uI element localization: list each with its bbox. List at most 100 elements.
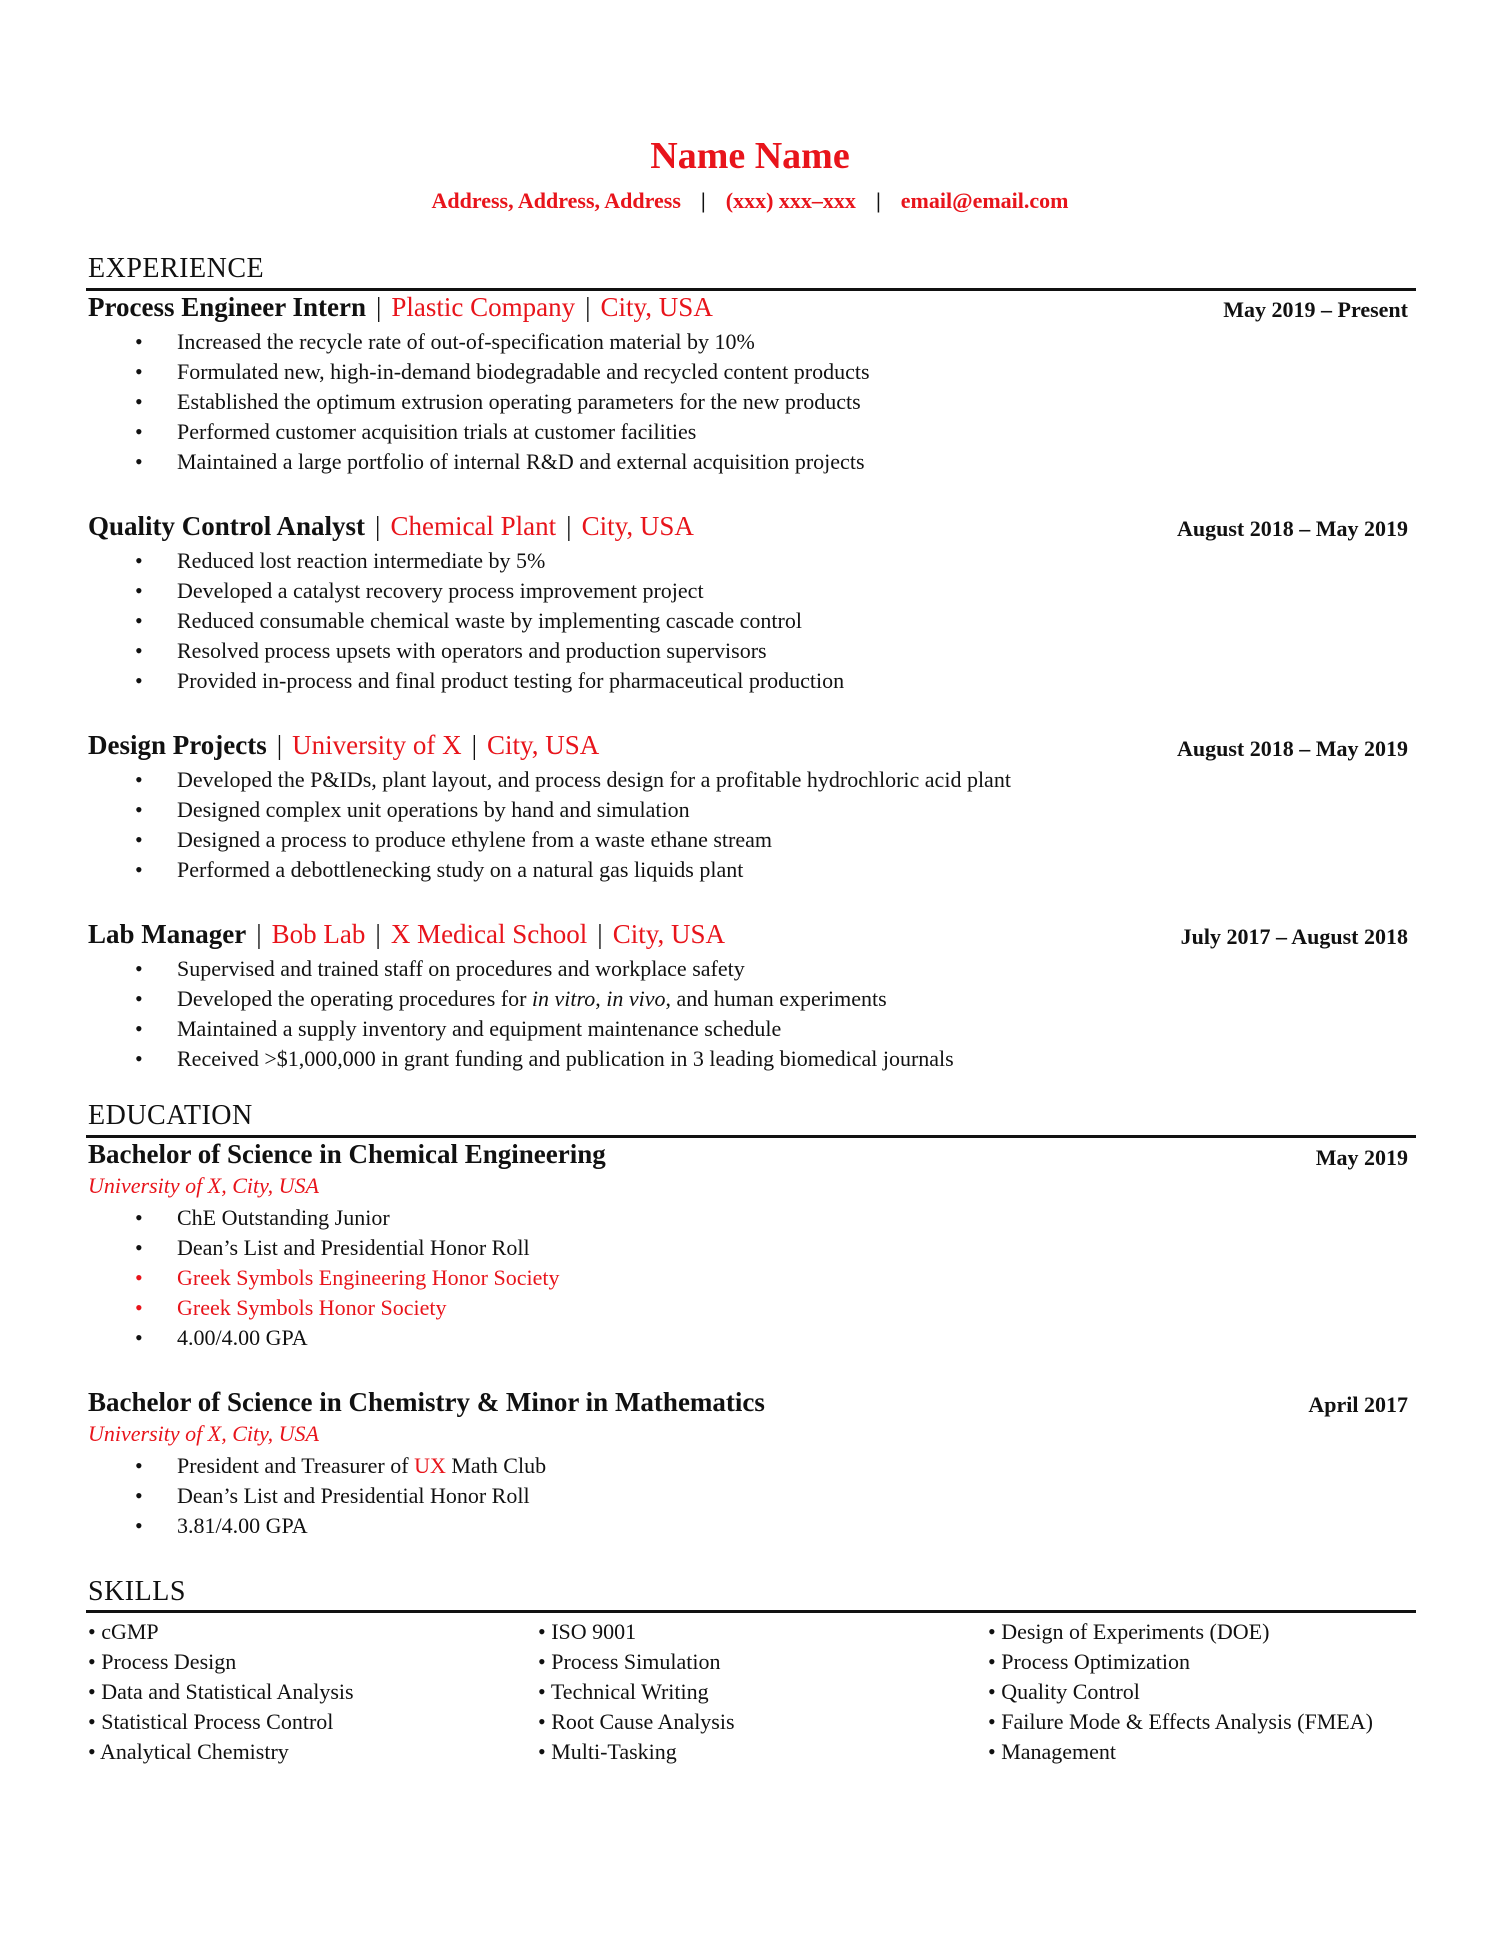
address: Address, Address, Address	[431, 188, 681, 213]
job-heading: Process Engineer Intern | Plastic Company |…	[88, 292, 713, 323]
job-heading: Lab Manager | Bob Lab | X Medical School | Cit…	[88, 919, 725, 950]
skill-item: • Root Cause Analysis	[538, 1709, 735, 1734]
bullet-item: • Designed a process to produce ethylene …	[88, 825, 1011, 855]
job-location: City, USA	[581, 511, 694, 541]
bullet-item: • Dean’s List and Presidential Honor Roll	[88, 1233, 560, 1263]
bullet-icon: •	[135, 767, 143, 792]
bullet-icon: •	[135, 578, 143, 603]
separator: |	[375, 511, 381, 541]
bullet-item: • Provided in-process and final product t…	[88, 666, 844, 696]
bullet-item: • Established the optimum extrusion opera…	[88, 387, 870, 417]
bullet-icon: •	[135, 827, 143, 852]
skill-item: • Quality Control	[988, 1679, 1140, 1704]
bullet-item: • Designed complex unit operations by han…	[88, 795, 1011, 825]
skill-item: • Process Optimization	[988, 1649, 1191, 1674]
bullet-icon: •	[135, 1325, 143, 1350]
job-location: City, USA	[612, 919, 725, 949]
bullet-item: • Reduced lost reaction intermediate by 5…	[88, 546, 844, 576]
bullet-item: • 3.81/4.00 GPA	[88, 1511, 546, 1541]
bullet-icon: •	[135, 668, 143, 693]
job-title: Design Projects	[88, 730, 267, 760]
bullet-icon: •	[135, 449, 143, 474]
degree-date: May 2019	[1315, 1145, 1408, 1170]
job-date: August 2018 – May 2019	[1176, 516, 1408, 541]
candidate-name: Name Name	[650, 135, 850, 177]
bullet-icon: •	[135, 1235, 143, 1260]
skill-item: • cGMP	[88, 1619, 159, 1644]
job-company: Plastic Company	[391, 292, 576, 322]
skill-item: • Design of Experiments (DOE)	[988, 1619, 1270, 1644]
degree-title: Bachelor of Science in Chemical Engineer…	[88, 1139, 606, 1169]
job-title: Lab Manager	[88, 919, 247, 949]
job-heading: Design Projects | University of X | City, US…	[88, 730, 599, 761]
bullet-item: • Increased the recycle rate of out-of-sp…	[88, 327, 870, 357]
school-name: University of X, City, USA	[88, 1173, 319, 1198]
bullet-icon: •	[135, 1295, 143, 1320]
bullet-item: • Formulated new, high-in-demand biodegra…	[88, 357, 870, 387]
job-bullets: • Reduced lost reaction intermediate by 5…	[88, 546, 844, 696]
bullet-item: • Developed the P&IDs, plant layout, and …	[88, 765, 1011, 795]
bullet-icon: •	[135, 1513, 143, 1538]
job-company: Chemical Plant	[390, 511, 557, 541]
job-date: July 2017 – August 2018	[1180, 924, 1408, 949]
job-bullets: • Increased the recycle rate of out-of-sp…	[88, 327, 870, 477]
job-heading: Quality Control Analyst | Chemical Plant | C…	[88, 511, 694, 542]
separator: |	[875, 188, 881, 213]
section-divider	[86, 1610, 1416, 1613]
job-date: May 2019 – Present	[1223, 297, 1408, 322]
bullet-icon: •	[135, 1265, 143, 1290]
separator: |	[375, 919, 381, 949]
bullet-icon: •	[135, 359, 143, 384]
degree-date: April 2017	[1308, 1392, 1408, 1417]
bullet-icon: •	[135, 329, 143, 354]
job-company: University of X	[292, 730, 462, 760]
bullet-icon: •	[135, 986, 143, 1011]
bullet-icon: •	[135, 638, 143, 663]
job-title: Quality Control Analyst	[88, 511, 366, 541]
job-bullets: • Developed the P&IDs, plant layout, and …	[88, 765, 1011, 885]
bullet-item: • Developed a catalyst recovery process i…	[88, 576, 844, 606]
bullet-icon: •	[135, 1205, 143, 1230]
bullet-item: • Supervised and trained staff on procedu…	[88, 954, 954, 984]
section-divider	[86, 288, 1416, 291]
bullet-item-highlight: • Greek Symbols Honor Society	[88, 1293, 560, 1323]
separator: |	[597, 919, 603, 949]
section-title-skills: SKILLS	[88, 1576, 186, 1607]
job-company: X Medical School	[390, 919, 588, 949]
separator: |	[276, 730, 283, 760]
bullet-item: • Performed customer acquisition trials a…	[88, 417, 870, 447]
degree-bullets: • President and Treasurer of UX Math Club…	[88, 1451, 546, 1541]
separator: |	[256, 919, 262, 949]
bullet-icon: •	[135, 548, 143, 573]
bullet-icon: •	[135, 419, 143, 444]
bullet-icon: •	[135, 857, 143, 882]
bullet-item: • Maintained a supply inventory and equip…	[88, 1014, 954, 1044]
skills-column-3: • Design of Experiments (DOE) • Process …	[988, 1617, 1373, 1767]
bullet-item: • ChE Outstanding Junior	[88, 1203, 560, 1233]
section-title-education: EDUCATION	[88, 1100, 253, 1131]
bullet-item: • Maintained a large portfolio of interna…	[88, 447, 870, 477]
email-link[interactable]: email@email.com	[901, 188, 1069, 213]
skill-item: • Analytical Chemistry	[88, 1739, 289, 1764]
bullet-item: • Reduced consumable chemical waste by im…	[88, 606, 844, 636]
skill-item: • Technical Writing	[538, 1679, 709, 1704]
bullet-item: • President and Treasurer of UX Math Club	[88, 1451, 546, 1481]
bullet-icon: •	[135, 1483, 143, 1508]
skill-item: • Statistical Process Control	[88, 1709, 334, 1734]
skills-column-2: • ISO 9001 • Process Simulation • Techni…	[538, 1617, 735, 1767]
bullet-icon: •	[135, 1046, 143, 1071]
separator: |	[700, 188, 706, 213]
bullet-item: • Dean’s List and Presidential Honor Roll	[88, 1481, 546, 1511]
job-location: City, USA	[487, 730, 600, 760]
skills-column-1: • cGMP • Process Design • Data and Stati…	[88, 1617, 354, 1767]
skill-item: • Process Design	[88, 1649, 237, 1674]
degree-heading: Bachelor of Science in Chemistry & Minor…	[88, 1387, 765, 1418]
bullet-item: • Resolved process upsets with operators …	[88, 636, 844, 666]
bullet-icon: •	[135, 1453, 143, 1478]
bullet-icon: •	[135, 608, 143, 633]
section-title-experience: EXPERIENCE	[88, 253, 265, 284]
bullet-item: • Developed the operating procedures for …	[88, 984, 954, 1014]
bullet-item: • 4.00/4.00 GPA	[88, 1323, 560, 1353]
bullet-icon: •	[135, 389, 143, 414]
skill-item: • Data and Statistical Analysis	[88, 1679, 354, 1704]
